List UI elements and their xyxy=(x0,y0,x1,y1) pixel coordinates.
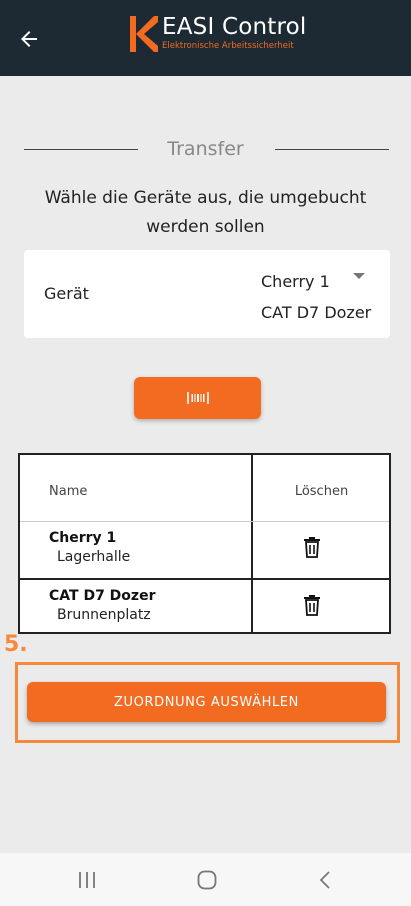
row-name: Cherry 1 xyxy=(49,530,117,546)
recent-apps-icon[interactable] xyxy=(77,869,97,891)
row-name: CAT D7 Dozer xyxy=(49,588,156,604)
device-select-card[interactable]: Gerät Cherry 1 CAT D7 Dozer xyxy=(24,250,390,338)
column-header-name: Name xyxy=(49,484,88,499)
selected-device: CAT D7 Dozer xyxy=(261,303,372,322)
section-header: Transfer xyxy=(0,136,411,162)
back-button[interactable] xyxy=(14,24,44,54)
instructions-text: Wähle die Geräte aus, die umgebucht werd… xyxy=(44,188,367,237)
assign-button[interactable]: ZUORDNUNG AUSWÄHLEN xyxy=(27,682,386,722)
dropdown-caret-icon[interactable] xyxy=(353,273,365,279)
column-header-delete: Löschen xyxy=(294,484,349,499)
scan-button[interactable] xyxy=(134,377,261,419)
row-location: Brunnenplatz xyxy=(57,607,151,623)
logo-title: EASI Control xyxy=(162,14,307,40)
row-location: Lagerhalle xyxy=(57,549,131,565)
back-nav-icon[interactable] xyxy=(316,869,336,891)
logo-mark-icon xyxy=(130,16,158,52)
app-logo: EASI Control Elektronische Arbeitssicher… xyxy=(130,14,307,58)
home-icon[interactable] xyxy=(196,869,218,891)
trash-icon[interactable] xyxy=(302,594,322,616)
back-arrow-icon xyxy=(21,31,37,47)
divider-right xyxy=(275,149,389,150)
app-header: EASI Control Elektronische Arbeitssicher… xyxy=(0,0,411,76)
selected-device: Cherry 1 xyxy=(261,272,330,291)
step-marker: 5. xyxy=(4,632,28,657)
trash-icon[interactable] xyxy=(302,536,322,558)
table-row: Cherry 1 Lagerhalle xyxy=(20,522,389,578)
system-navbar xyxy=(0,853,411,906)
table-row: CAT D7 Dozer Brunnenplatz xyxy=(20,580,389,636)
device-table: Name Löschen Cherry 1 Lagerhalle CAT D7 … xyxy=(18,453,391,634)
logo-subtitle: Elektronische Arbeitssicherheit xyxy=(162,41,294,51)
barcode-scan-icon xyxy=(186,392,209,404)
device-label: Gerät xyxy=(44,284,89,303)
